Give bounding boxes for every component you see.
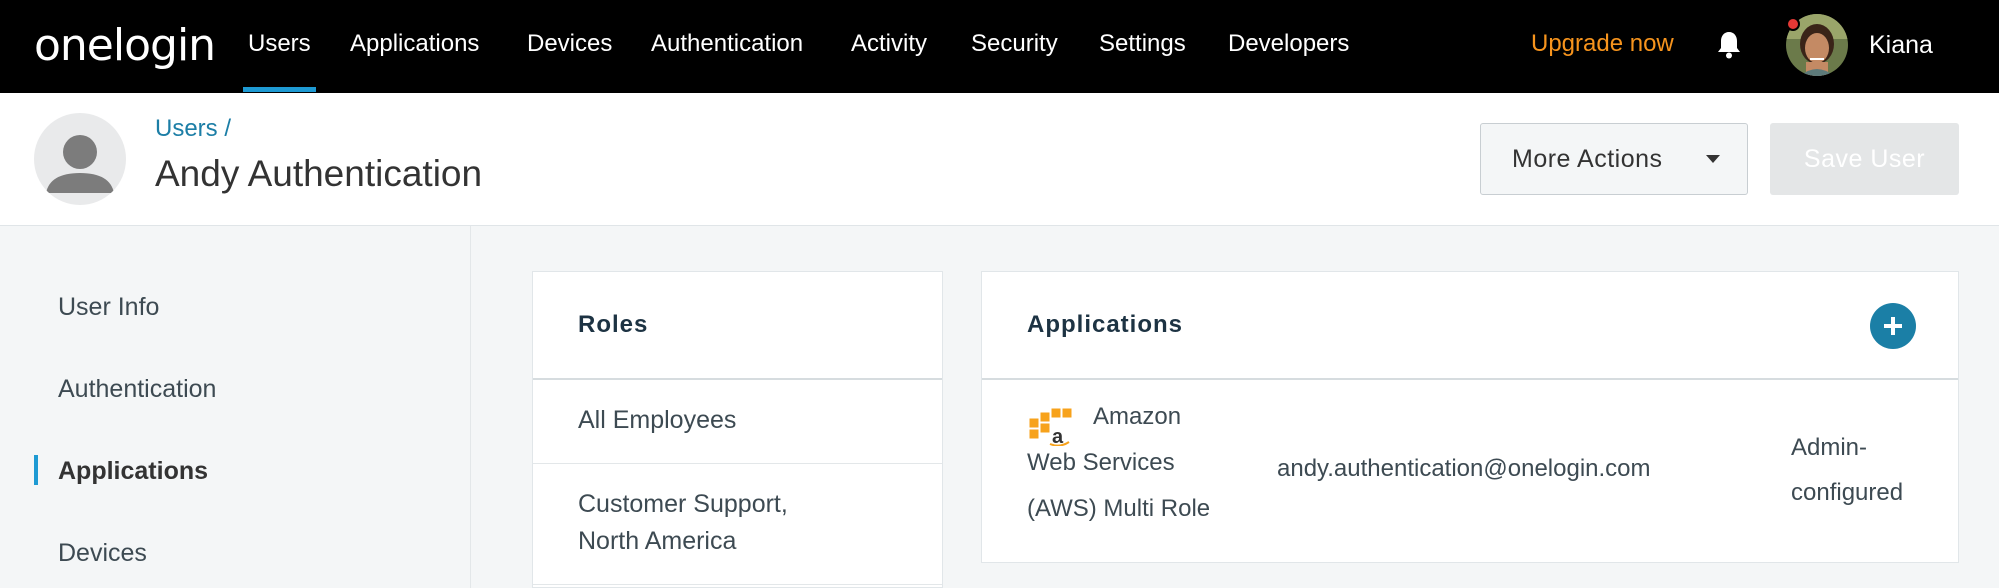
application-name: Amazon Web Services (AWS) Multi Role <box>1027 394 1227 532</box>
application-config-type: Admin- configured <box>1791 425 1931 515</box>
page-title: Andy Authentication <box>155 153 483 194</box>
roles-title: Roles <box>578 311 649 338</box>
role-divider <box>533 584 942 585</box>
nav-settings[interactable]: Settings <box>1099 30 1186 58</box>
username[interactable]: Kiana <box>1869 31 1933 60</box>
application-name-line3: (AWS) Multi Role <box>1027 495 1211 522</box>
nav-activity[interactable]: Activity <box>851 30 927 58</box>
role-item-line2: North America <box>578 527 737 555</box>
notification-dot <box>1786 17 1800 31</box>
applications-title: Applications <box>1027 311 1184 338</box>
user-placeholder-icon <box>34 113 126 205</box>
upgrade-now-link[interactable]: Upgrade now <box>1531 30 1674 58</box>
application-name-line2: Web Services <box>1027 449 1175 476</box>
role-item-customer-support: Customer Support, North America <box>578 486 788 560</box>
more-actions-button[interactable]: More Actions <box>1480 123 1748 195</box>
add-application-button[interactable] <box>1870 303 1916 349</box>
application-name-line1: Amazon <box>1093 403 1182 430</box>
more-actions-label: More Actions <box>1512 144 1663 173</box>
roles-divider <box>533 378 942 380</box>
nav-authentication[interactable]: Authentication <box>651 30 803 58</box>
caret-down-icon <box>1706 155 1720 163</box>
application-config-line2: configured <box>1791 479 1904 506</box>
plus-icon <box>1884 317 1902 335</box>
role-item-line1: Customer Support, <box>578 490 788 518</box>
nav-devices[interactable]: Devices <box>527 30 612 58</box>
nav-developers[interactable]: Developers <box>1228 30 1349 58</box>
nav-users[interactable]: Users <box>243 30 316 92</box>
bell-icon[interactable] <box>1716 30 1742 65</box>
role-divider <box>533 463 942 464</box>
top-navigation: onelogin Users Applications Devices Auth… <box>0 0 1999 93</box>
applications-card: Applications a Amazon Web Services (AWS)… <box>981 271 1959 563</box>
active-indicator <box>34 455 38 485</box>
sidebar-item-authentication[interactable]: Authentication <box>58 375 216 404</box>
sidebar-item-applications[interactable]: Applications <box>58 457 208 486</box>
user-avatar-menu[interactable] <box>1786 14 1848 76</box>
save-user-button[interactable]: Save User <box>1770 123 1959 195</box>
roles-card: Roles All Employees Customer Support, No… <box>532 271 943 588</box>
sidebar-item-user-info[interactable]: User Info <box>58 293 159 322</box>
application-login-email: andy.authentication@onelogin.com <box>1277 455 1651 482</box>
nav-security[interactable]: Security <box>971 30 1058 58</box>
onelogin-logo[interactable]: onelogin <box>34 20 216 71</box>
role-item-all-employees: All Employees <box>578 406 737 434</box>
nav-applications[interactable]: Applications <box>350 30 479 58</box>
applications-divider <box>982 378 1958 380</box>
sidebar: User Info Authentication Applications De… <box>0 226 471 588</box>
page-header: Users / Andy Authentication More Actions… <box>0 93 1999 226</box>
breadcrumb[interactable]: Users / <box>155 115 231 143</box>
sidebar-item-devices[interactable]: Devices <box>58 539 147 568</box>
application-config-line1: Admin- <box>1791 434 1868 461</box>
